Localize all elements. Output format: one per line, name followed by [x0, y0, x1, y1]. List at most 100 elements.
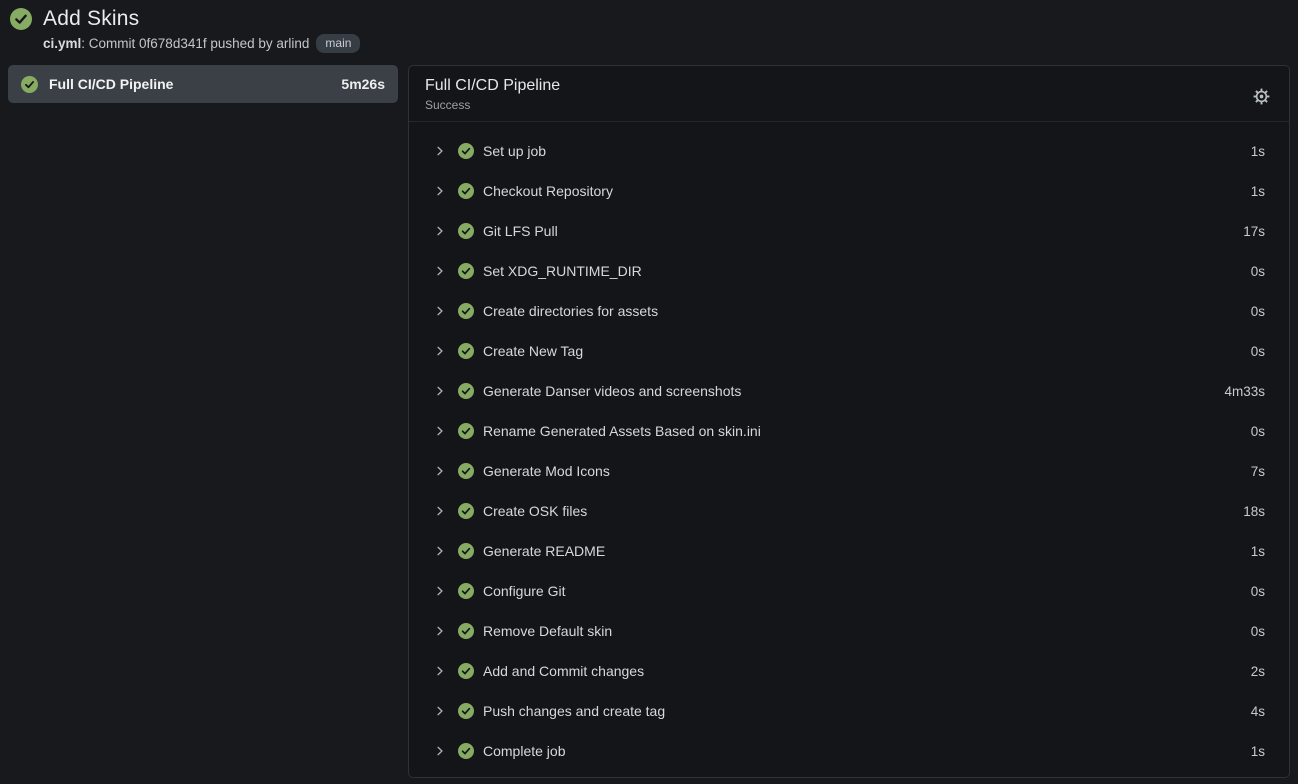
check-circle-icon — [458, 543, 474, 559]
step-name: Add and Commit changes — [483, 663, 1251, 679]
step-duration: 1s — [1251, 144, 1265, 159]
check-circle-icon — [458, 463, 474, 479]
step-name: Set XDG_RUNTIME_DIR — [483, 263, 1251, 279]
steps-list: Set up job 1s Checkout Repository 1s Git… — [409, 122, 1289, 777]
step-name: Remove Default skin — [483, 623, 1251, 639]
chevron-right-icon[interactable] — [434, 425, 446, 437]
step-duration: 1s — [1251, 744, 1265, 759]
check-circle-icon — [458, 383, 474, 399]
chevron-right-icon[interactable] — [434, 705, 446, 717]
run-subtitle: ci.yml: Commit 0f678d341f pushed by arli… — [43, 34, 1288, 53]
check-circle-icon — [458, 743, 474, 759]
step-name: Generate Mod Icons — [483, 463, 1251, 479]
job-status-check-circle-icon — [21, 76, 38, 93]
check-circle-icon — [458, 183, 474, 199]
step-name: Generate Danser videos and screenshots — [483, 383, 1224, 399]
step-row[interactable]: Set XDG_RUNTIME_DIR 0s — [409, 251, 1289, 291]
step-duration: 18s — [1243, 504, 1265, 519]
step-name: Push changes and create tag — [483, 703, 1251, 719]
check-circle-icon — [458, 263, 474, 279]
chevron-right-icon[interactable] — [434, 585, 446, 597]
job-duration: 5m26s — [341, 76, 385, 92]
chevron-right-icon[interactable] — [434, 185, 446, 197]
run-status-check-circle-icon — [10, 8, 32, 30]
step-duration: 1s — [1251, 544, 1265, 559]
step-duration: 0s — [1251, 624, 1265, 639]
step-row[interactable]: Checkout Repository 1s — [409, 171, 1289, 211]
step-row[interactable]: Git LFS Pull 17s — [409, 211, 1289, 251]
job-detail-header: Full CI/CD Pipeline Success — [409, 66, 1289, 122]
step-row[interactable]: Generate Danser videos and screenshots 4… — [409, 371, 1289, 411]
step-name: Create OSK files — [483, 503, 1243, 519]
actions-run-page: Add Skins ci.yml: Commit 0f678d341f push… — [0, 0, 1298, 778]
step-row[interactable]: Generate Mod Icons 7s — [409, 451, 1289, 491]
step-name: Complete job — [483, 743, 1251, 759]
step-row[interactable]: Generate README 1s — [409, 531, 1289, 571]
job-list-item[interactable]: Full CI/CD Pipeline 5m26s — [8, 65, 398, 103]
step-duration: 0s — [1251, 424, 1265, 439]
chevron-right-icon[interactable] — [434, 225, 446, 237]
run-header: Add Skins ci.yml: Commit 0f678d341f push… — [8, 5, 1290, 53]
chevron-right-icon[interactable] — [434, 665, 446, 677]
job-name: Full CI/CD Pipeline — [49, 76, 330, 92]
step-row[interactable]: Push changes and create tag 4s — [409, 691, 1289, 731]
step-row[interactable]: Create New Tag 0s — [409, 331, 1289, 371]
check-circle-icon — [458, 303, 474, 319]
chevron-right-icon[interactable] — [434, 505, 446, 517]
chevron-right-icon[interactable] — [434, 345, 446, 357]
chevron-right-icon[interactable] — [434, 265, 446, 277]
step-name: Create directories for assets — [483, 303, 1251, 319]
step-duration: 0s — [1251, 264, 1265, 279]
step-name: Set up job — [483, 143, 1251, 159]
step-row[interactable]: Set up job 1s — [409, 131, 1289, 171]
check-circle-icon — [458, 703, 474, 719]
jobs-sidebar: Full CI/CD Pipeline 5m26s — [8, 65, 398, 103]
job-settings-button[interactable] — [1251, 86, 1271, 106]
job-status-text: Success — [425, 98, 1273, 112]
chevron-right-icon[interactable] — [434, 385, 446, 397]
step-row[interactable]: Remove Default skin 0s — [409, 611, 1289, 651]
step-duration: 0s — [1251, 344, 1265, 359]
run-title: Add Skins — [43, 7, 139, 31]
step-duration: 0s — [1251, 304, 1265, 319]
check-circle-icon — [458, 663, 474, 679]
step-row[interactable]: Rename Generated Assets Based on skin.in… — [409, 411, 1289, 451]
chevron-right-icon[interactable] — [434, 745, 446, 757]
step-name: Generate README — [483, 543, 1251, 559]
chevron-right-icon[interactable] — [434, 465, 446, 477]
check-circle-icon — [458, 223, 474, 239]
check-circle-icon — [458, 583, 474, 599]
job-detail-title: Full CI/CD Pipeline — [425, 77, 1273, 95]
step-duration: 4m33s — [1224, 384, 1265, 399]
step-row[interactable]: Configure Git 0s — [409, 571, 1289, 611]
step-row[interactable]: Add and Commit changes 2s — [409, 651, 1289, 691]
workflow-file-name: ci.yml — [43, 36, 81, 51]
gear-icon — [1252, 87, 1271, 106]
check-circle-icon — [458, 423, 474, 439]
job-detail-panel: Full CI/CD Pipeline Success Set up job 1… — [408, 65, 1290, 778]
step-duration: 7s — [1251, 464, 1265, 479]
chevron-right-icon[interactable] — [434, 625, 446, 637]
step-duration: 0s — [1251, 584, 1265, 599]
step-row[interactable]: Create directories for assets 0s — [409, 291, 1289, 331]
step-name: Rename Generated Assets Based on skin.in… — [483, 423, 1251, 439]
chevron-right-icon[interactable] — [434, 305, 446, 317]
step-duration: 17s — [1243, 224, 1265, 239]
step-duration: 4s — [1251, 704, 1265, 719]
chevron-right-icon[interactable] — [434, 545, 446, 557]
check-circle-icon — [458, 343, 474, 359]
check-circle-icon — [458, 503, 474, 519]
step-name: Create New Tag — [483, 343, 1251, 359]
check-circle-icon — [458, 623, 474, 639]
commit-info-text: : Commit 0f678d341f pushed by arlind — [81, 36, 309, 51]
step-row[interactable]: Complete job 1s — [409, 731, 1289, 771]
step-duration: 1s — [1251, 184, 1265, 199]
run-content: Full CI/CD Pipeline 5m26s Full CI/CD Pip… — [8, 65, 1290, 778]
check-circle-icon — [458, 143, 474, 159]
step-row[interactable]: Create OSK files 18s — [409, 491, 1289, 531]
branch-badge[interactable]: main — [316, 34, 360, 53]
step-name: Git LFS Pull — [483, 223, 1243, 239]
step-name: Configure Git — [483, 583, 1251, 599]
chevron-right-icon[interactable] — [434, 145, 446, 157]
step-duration: 2s — [1251, 664, 1265, 679]
